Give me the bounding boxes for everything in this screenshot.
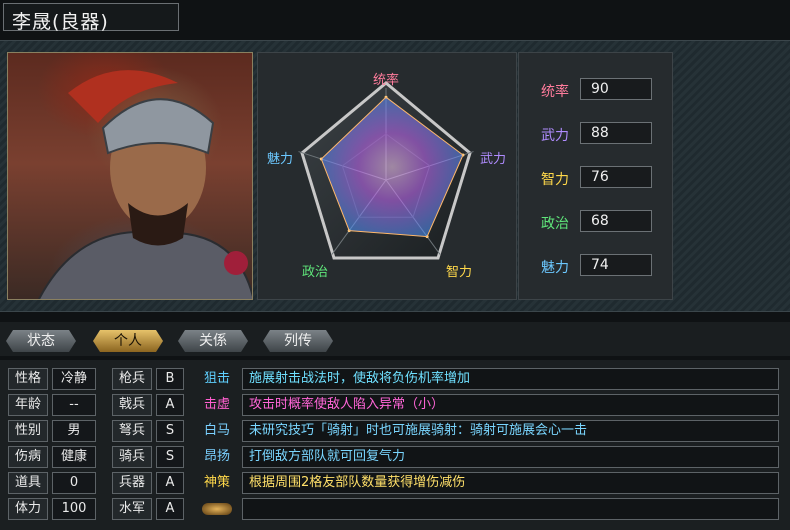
aptitude-value: A <box>156 498 184 520</box>
skill-description: 施展射击战法时，使敌将负伤机率增加 <box>242 368 779 390</box>
skill-name[interactable]: 狙击 <box>196 368 238 390</box>
skill-description: 根据周围2格友部队数量获得增伤减伤 <box>242 472 779 494</box>
empty-skill-slot-icon <box>196 498 238 520</box>
tab-relations[interactable]: 关係 <box>178 330 248 352</box>
stat-value: 88 <box>580 122 652 144</box>
personal-label: 体力 <box>8 498 48 520</box>
stat-row-pol: 政治 68 <box>519 210 674 236</box>
aptitude-label: 弩兵 <box>112 420 152 442</box>
aptitude-label: 枪兵 <box>112 368 152 390</box>
character-portrait <box>7 52 253 300</box>
aptitude-label: 骑兵 <box>112 446 152 468</box>
personal-value: 100 <box>52 498 96 520</box>
personal-value: 0 <box>52 472 96 494</box>
tab-biography[interactable]: 列传 <box>263 330 333 352</box>
personal-value: 冷静 <box>52 368 96 390</box>
tab-personal[interactable]: 个人 <box>93 330 163 352</box>
tab-bar: 状态 个人 关係 列传 <box>0 322 790 356</box>
skill-name[interactable]: 神策 <box>196 472 238 494</box>
radar-label-lead: 统率 <box>373 72 399 88</box>
aptitude-label: 水军 <box>112 498 152 520</box>
radar-label-cha: 魅力 <box>267 152 293 167</box>
personal-label: 伤病 <box>8 446 48 468</box>
radar-label-pol: 政治 <box>302 265 328 280</box>
radar-label-int: 智力 <box>446 265 472 280</box>
personal-value: 男 <box>52 420 96 442</box>
stat-row-cha: 魅力 74 <box>519 254 674 280</box>
personal-value: 健康 <box>52 446 96 468</box>
stat-row-int: 智力 76 <box>519 166 674 192</box>
tab-status[interactable]: 状态 <box>6 330 76 352</box>
radar-svg: 统率 武力 智力 政治 魅力 <box>267 72 506 280</box>
skill-description: 攻击时概率使敌人陷入异常（小） <box>242 394 779 416</box>
radar-label-war: 武力 <box>480 152 506 167</box>
skill-description: 未研究技巧「骑射」时也可施展骑射：骑射可施展会心一击 <box>242 420 779 442</box>
stat-value: 74 <box>580 254 652 276</box>
skill-name[interactable]: 昂扬 <box>196 446 238 468</box>
stats-panel: 统率 90 武力 88 智力 76 政治 68 魅力 74 <box>518 52 673 300</box>
personal-label: 道具 <box>8 472 48 494</box>
aptitude-value: A <box>156 472 184 494</box>
stat-value: 90 <box>580 78 652 100</box>
personal-label: 性格 <box>8 368 48 390</box>
aptitude-value: A <box>156 394 184 416</box>
stat-label: 统率 <box>541 84 569 100</box>
aptitude-label: 兵器 <box>112 472 152 494</box>
skill-description: 打倒敌方部队就可回复气力 <box>242 446 779 468</box>
personal-label: 性别 <box>8 420 48 442</box>
aptitude-value: B <box>156 368 184 390</box>
aptitude-label: 戟兵 <box>112 394 152 416</box>
stat-label: 政治 <box>541 216 569 232</box>
skill-name[interactable]: 白马 <box>196 420 238 442</box>
aptitude-value: S <box>156 420 184 442</box>
title-box: 李晟(良器) <box>3 3 179 33</box>
personal-info-panel: 性格 冷静 年龄 -- 性别 男 伤病 健康 道具 0 体力 100 枪兵 B … <box>0 360 790 530</box>
portrait-art <box>37 70 252 299</box>
stat-label: 智力 <box>541 172 569 188</box>
radar-chart: 统率 武力 智力 政治 魅力 <box>257 52 517 300</box>
aptitude-value: S <box>156 446 184 468</box>
personal-label: 年龄 <box>8 394 48 416</box>
stat-value: 76 <box>580 166 652 188</box>
personal-value: -- <box>52 394 96 416</box>
skill-description <box>242 498 779 520</box>
skill-name[interactable]: 击虚 <box>196 394 238 416</box>
stat-label: 魅力 <box>541 260 569 276</box>
stat-label: 武力 <box>541 128 569 144</box>
stat-value: 68 <box>580 210 652 232</box>
stat-row-lead: 统率 90 <box>519 78 674 104</box>
stat-row-war: 武力 88 <box>519 122 674 148</box>
character-name: 李晟(良器) <box>12 11 109 33</box>
